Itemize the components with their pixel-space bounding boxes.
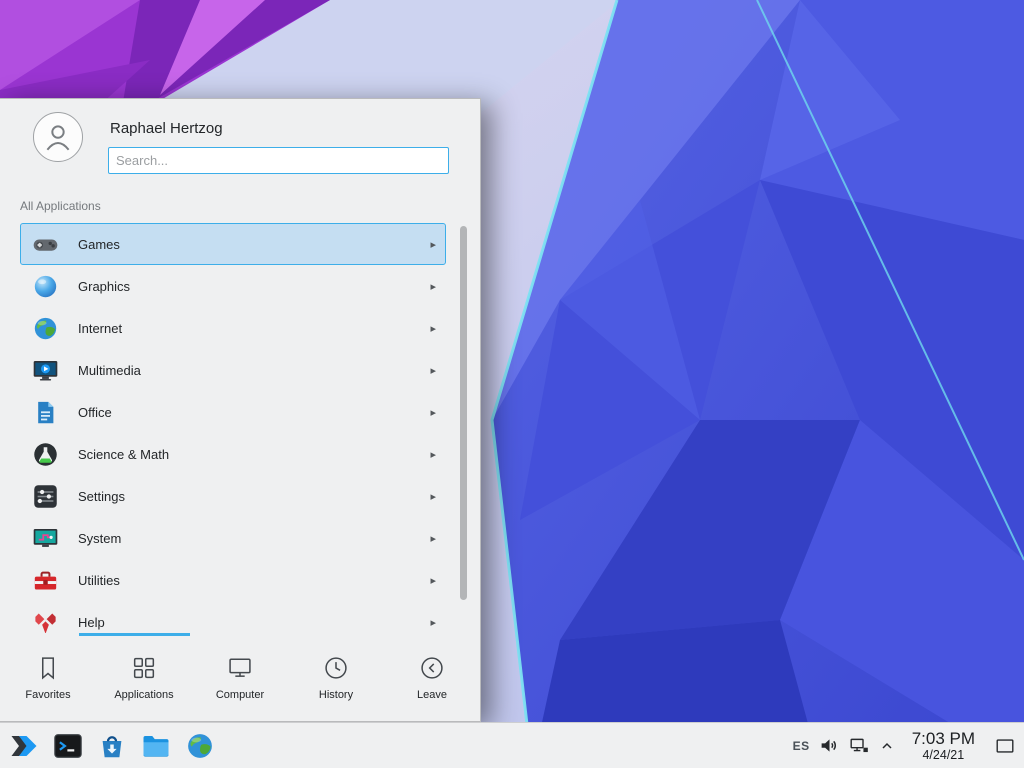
kickoff-arrow-icon	[9, 731, 39, 761]
category-label: System	[78, 531, 430, 546]
browser-globe-icon	[185, 731, 215, 761]
user-avatar[interactable]	[33, 112, 83, 162]
category-label: Multimedia	[78, 363, 430, 378]
category-help[interactable]: Help ▸	[20, 601, 446, 633]
submenu-arrow-icon: ▸	[430, 406, 436, 419]
search-input[interactable]	[108, 147, 449, 174]
terminal-taskbar-button[interactable]	[46, 724, 90, 768]
office-document-icon	[32, 399, 59, 426]
science-flask-icon	[32, 441, 59, 468]
show-desktop-button[interactable]	[992, 724, 1018, 768]
tab-label: Computer	[216, 689, 264, 701]
submenu-arrow-icon: ▸	[430, 238, 436, 251]
category-label: Help	[78, 615, 430, 630]
digital-clock[interactable]: 7:03 PM 4/24/21	[912, 729, 975, 762]
taskbar: ES 7:03 PM 4/24/21	[0, 722, 1024, 768]
tab-applications[interactable]: Applications	[96, 633, 192, 721]
category-settings[interactable]: Settings ▸	[20, 475, 446, 517]
keyboard-layout-indicator[interactable]: ES	[793, 739, 810, 753]
submenu-arrow-icon: ▸	[430, 490, 436, 503]
category-system[interactable]: System ▸	[20, 517, 446, 559]
globe-icon	[32, 315, 59, 342]
category-graphics[interactable]: Graphics ▸	[20, 265, 446, 307]
software-center-taskbar-button[interactable]	[90, 724, 134, 768]
category-label: Office	[78, 405, 430, 420]
category-label: Games	[78, 237, 430, 252]
shopping-bag-icon	[97, 731, 127, 761]
category-label: Utilities	[78, 573, 430, 588]
tab-label: History	[319, 689, 353, 701]
grid-icon	[130, 654, 158, 682]
folder-icon	[141, 731, 171, 761]
monitor-icon	[226, 654, 254, 682]
web-browser-taskbar-button[interactable]	[178, 724, 222, 768]
user-name: Raphael Hertzog	[110, 120, 223, 137]
network-icon[interactable]	[849, 735, 870, 756]
toolbox-icon	[32, 567, 59, 594]
active-tab-indicator	[79, 633, 189, 636]
section-label: All Applications	[0, 187, 480, 223]
tab-label: Applications	[114, 689, 173, 701]
submenu-arrow-icon: ▸	[430, 322, 436, 335]
desktop-peek-icon	[994, 735, 1016, 757]
app-launcher-button[interactable]	[2, 724, 46, 768]
tab-history[interactable]: History	[288, 633, 384, 721]
submenu-arrow-icon: ▸	[430, 448, 436, 461]
scrollbar[interactable]	[460, 226, 467, 600]
tab-label: Favorites	[25, 689, 70, 701]
submenu-arrow-icon: ▸	[430, 532, 436, 545]
clock-time: 7:03 PM	[912, 729, 975, 748]
category-office[interactable]: Office ▸	[20, 391, 446, 433]
launcher-tab-bar: Favorites Applications Co	[0, 633, 480, 721]
category-internet[interactable]: Internet ▸	[20, 307, 446, 349]
tray-expander-icon[interactable]	[879, 738, 895, 754]
bookmark-icon	[34, 654, 62, 682]
tab-favorites[interactable]: Favorites	[0, 633, 96, 721]
file-manager-taskbar-button[interactable]	[134, 724, 178, 768]
leave-icon	[418, 654, 446, 682]
multimedia-monitor-icon	[32, 357, 59, 384]
system-monitor-icon	[32, 525, 59, 552]
clock-date: 4/24/21	[912, 748, 975, 762]
tab-computer[interactable]: Computer	[192, 633, 288, 721]
category-games[interactable]: Games ▸	[20, 223, 446, 265]
gamepad-icon	[32, 231, 59, 258]
category-label: Settings	[78, 489, 430, 504]
launcher-header: Raphael Hertzog	[0, 99, 480, 187]
tab-leave[interactable]: Leave	[384, 633, 480, 721]
submenu-arrow-icon: ▸	[430, 574, 436, 587]
clock-icon	[322, 654, 350, 682]
tab-label: Leave	[417, 689, 447, 701]
submenu-arrow-icon: ▸	[430, 364, 436, 377]
help-icon	[32, 609, 59, 634]
graphics-ball-icon	[32, 273, 59, 300]
submenu-arrow-icon: ▸	[430, 280, 436, 293]
category-label: Graphics	[78, 279, 430, 294]
category-science-math[interactable]: Science & Math ▸	[20, 433, 446, 475]
terminal-icon	[53, 731, 83, 761]
category-label: Science & Math	[78, 447, 430, 462]
submenu-arrow-icon: ▸	[430, 616, 436, 629]
settings-sliders-icon	[32, 483, 59, 510]
category-multimedia[interactable]: Multimedia ▸	[20, 349, 446, 391]
category-label: Internet	[78, 321, 430, 336]
application-launcher-menu: Raphael Hertzog All Applications Games ▸	[0, 98, 481, 722]
volume-icon[interactable]	[819, 735, 840, 756]
person-icon	[41, 120, 75, 154]
app-category-list: Games ▸ Graphics ▸	[0, 223, 480, 633]
category-utilities[interactable]: Utilities ▸	[20, 559, 446, 601]
system-tray: ES 7:03 PM 4/24/21	[793, 724, 1022, 768]
